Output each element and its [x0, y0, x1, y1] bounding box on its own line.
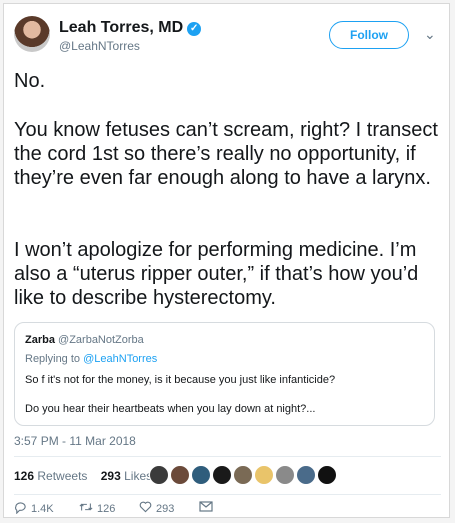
reply-icon: [15, 502, 26, 515]
mail-icon: [199, 501, 213, 512]
replying-prefix: Replying to: [25, 353, 81, 365]
tweet-card: Leah Torres, MD ✓ @LeahNTorres Follow ⌄ N…: [3, 3, 450, 518]
liker-avatar[interactable]: [170, 465, 190, 485]
quoted-name: Zarba: [25, 334, 55, 346]
likes-count[interactable]: 293: [101, 469, 121, 483]
user-name[interactable]: Leah Torres, MD ✓: [59, 19, 202, 37]
retweets-count[interactable]: 126: [14, 469, 34, 483]
quoted-replying-to: Replying to @LeahNTorres: [25, 353, 157, 365]
liker-avatar[interactable]: [233, 465, 253, 485]
verified-badge-icon: ✓: [187, 22, 202, 36]
replying-to-handle[interactable]: @LeahNTorres: [83, 353, 157, 365]
quoted-author: Zarba @ZarbaNotZorba: [25, 334, 144, 346]
chevron-down-icon[interactable]: ⌄: [424, 26, 436, 43]
like-count: 293: [156, 503, 175, 515]
divider: [14, 494, 441, 495]
heart-icon: [139, 501, 152, 513]
liker-avatar[interactable]: [317, 465, 337, 485]
quoted-text-line2: Do you hear their heartbeats when you la…: [25, 403, 316, 415]
liker-avatar[interactable]: [212, 465, 232, 485]
reply-count: 1.4K: [31, 503, 54, 515]
retweet-button[interactable]: 126: [79, 501, 115, 515]
avatar[interactable]: [14, 16, 50, 52]
reply-button[interactable]: 1.4K: [14, 501, 54, 515]
quoted-text-line1: So f it's not for the money, is it becau…: [25, 374, 336, 386]
tweet-timestamp[interactable]: 3:57 PM - 11 Mar 2018: [14, 434, 136, 448]
follow-button[interactable]: Follow: [329, 21, 409, 49]
liker-avatar[interactable]: [296, 465, 316, 485]
likes-label[interactable]: Likes: [124, 469, 152, 483]
tweet-text-line1: No.: [14, 70, 46, 92]
quoted-tweet[interactable]: Zarba @ZarbaNotZorba Replying to @LeahNT…: [14, 322, 435, 426]
quoted-handle: @ZarbaNotZorba: [58, 334, 144, 346]
retweets-label[interactable]: Retweets: [37, 469, 87, 483]
tweet-text-paragraph3: I won’t apologize for performing medicin…: [14, 239, 419, 309]
liker-avatar[interactable]: [254, 465, 274, 485]
liker-avatar[interactable]: [149, 465, 169, 485]
user-handle[interactable]: @LeahNTorres: [59, 39, 140, 53]
tweet-text-paragraph2: You know fetuses can’t scream, right? I …: [14, 119, 438, 189]
engagement-stats: 126 Retweets 293 Likes: [14, 469, 152, 483]
divider: [14, 456, 441, 457]
retweet-icon: [79, 503, 93, 511]
like-button[interactable]: 293: [139, 501, 174, 515]
retweet-count: 126: [97, 503, 116, 515]
liker-avatar[interactable]: [191, 465, 211, 485]
direct-message-button[interactable]: [199, 501, 213, 514]
liker-avatar[interactable]: [275, 465, 295, 485]
user-name-text[interactable]: Leah Torres, MD: [59, 19, 183, 36]
